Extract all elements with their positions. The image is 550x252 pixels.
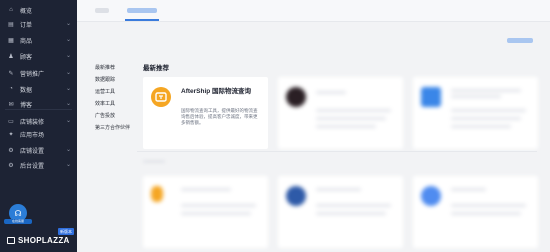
sidebar-item-label: 店铺设置: [20, 148, 45, 155]
analytics-icon: ◔: [9, 86, 13, 92]
app-logo-icon: [286, 87, 306, 107]
app-logo-icon: [151, 186, 163, 202]
tab-placeholder[interactable]: [95, 8, 109, 13]
version-badge[interactable]: 新版本: [58, 228, 74, 235]
app-card-aftership[interactable]: AfterShip 国际物流查询 国际物流查询工具，提供最好的物流查询售后体验，…: [143, 77, 268, 149]
sidebar: ⌂ 概览 ▤ 订单 ⌄ ▦ 商品 ⌄ ♟ 顾客 ⌄ ✎ 营销推广 ⌄ ◔ 数据 …: [0, 0, 77, 252]
sidebar-item-orders[interactable]: ▤ 订单 ⌄: [0, 17, 77, 31]
sidebar-item-label: 数据: [20, 87, 33, 94]
shoplazza-logo-icon: [7, 237, 15, 244]
sidebar-item-products[interactable]: ▦ 商品 ⌄: [0, 33, 77, 47]
chevron-down-icon: ⌄: [65, 21, 71, 27]
aftership-logo-icon: [151, 87, 171, 107]
sidebar-item-label: 应用市场: [20, 132, 45, 139]
order-icon: ▤: [8, 21, 14, 28]
app-card[interactable]: [278, 77, 403, 149]
sidebar-item-admin-settings[interactable]: ⚙ 后台设置 ⌄: [0, 158, 77, 172]
brand-name: SHOPLAZZA: [18, 236, 70, 245]
store-settings-icon: ⚙: [8, 147, 14, 154]
sidebar-item-marketing[interactable]: ✎ 营销推广 ⌄: [0, 66, 77, 80]
chevron-down-icon: ⌄: [65, 86, 71, 92]
app-card[interactable]: [143, 176, 268, 248]
product-icon: ▦: [8, 37, 14, 44]
sidebar-item-app-market[interactable]: ✦ 应用市场: [0, 127, 77, 141]
active-tab-indicator: [125, 19, 159, 21]
admin-settings-icon: ⚙: [8, 162, 14, 169]
sidebar-item-store-design[interactable]: ▭ 店铺装修 ⌄: [0, 114, 77, 128]
sidebar-item-label: 顾客: [20, 54, 33, 61]
section-title-placeholder: [143, 160, 165, 163]
sidebar-item-label: 订单: [20, 22, 33, 29]
sidebar-item-label: 商品: [20, 38, 33, 45]
chevron-down-icon: ⌄: [65, 147, 71, 153]
app-logo-icon: [286, 186, 306, 206]
support-chat-label: 在线客服: [4, 219, 32, 224]
category-ads[interactable]: 广告投放: [95, 112, 115, 119]
sidebar-item-label: 店铺装修: [20, 119, 45, 126]
store-design-icon: ▭: [8, 118, 14, 125]
app-logo-icon: [421, 87, 441, 107]
app-card-description: 国际物流查询工具，提供最好的物流查询售后体验，提高客户忠诚度，带来更多销售额。: [181, 108, 258, 125]
chevron-down-icon: ⌄: [65, 37, 71, 43]
headset-icon: ☊: [14, 208, 22, 218]
sidebar-item-label: 概览: [20, 8, 33, 15]
category-partners[interactable]: 第三方合作伙伴: [95, 124, 130, 131]
app-market-icon: ✦: [8, 131, 14, 138]
sidebar-item-analytics[interactable]: ◔ 数据 ⌄: [0, 82, 77, 96]
section-divider: [137, 151, 537, 152]
sidebar-item-overview[interactable]: ⌂ 概览: [0, 3, 77, 17]
category-operations[interactable]: 运营工具: [95, 88, 115, 95]
chevron-down-icon: ⌄: [65, 53, 71, 59]
top-right-link[interactable]: [507, 38, 533, 43]
category-efficiency[interactable]: 效率工具: [95, 100, 115, 107]
sidebar-item-store-settings[interactable]: ⚙ 店铺设置 ⌄: [0, 143, 77, 157]
app-card-title: AfterShip 国际物流查询: [181, 88, 252, 95]
home-icon: ⌂: [9, 7, 13, 13]
sidebar-item-customers[interactable]: ♟ 顾客 ⌄: [0, 49, 77, 63]
sidebar-divider: [5, 109, 72, 110]
chevron-down-icon: ⌄: [65, 70, 71, 76]
chevron-down-icon: ⌄: [65, 101, 71, 107]
customer-icon: ♟: [8, 53, 14, 60]
main-content: 最新推荐 数据跟踪 运营工具 效率工具 广告投放 第三方合作伙伴 最新推荐 Af…: [77, 0, 550, 252]
top-tab-bar: [77, 0, 550, 22]
marketing-icon: ✎: [8, 70, 14, 77]
blog-icon: ✉: [8, 101, 14, 108]
section-title: 最新推荐: [143, 65, 169, 72]
sidebar-item-label: 营销推广: [20, 71, 45, 78]
chevron-down-icon: ⌄: [65, 162, 71, 168]
category-latest[interactable]: 最新推荐: [95, 64, 115, 71]
brand-logo: SHOPLAZZA: [7, 236, 70, 245]
app-card[interactable]: [413, 77, 538, 149]
sidebar-item-label: 后台设置: [20, 163, 45, 170]
app-card[interactable]: [413, 176, 538, 248]
tab-active[interactable]: [127, 8, 157, 13]
category-data-tracking[interactable]: 数据跟踪: [95, 76, 115, 83]
chevron-down-icon: ⌄: [65, 118, 71, 124]
app-logo-icon: [421, 186, 441, 206]
app-card[interactable]: [278, 176, 403, 248]
sidebar-item-label: 博客: [20, 102, 33, 109]
